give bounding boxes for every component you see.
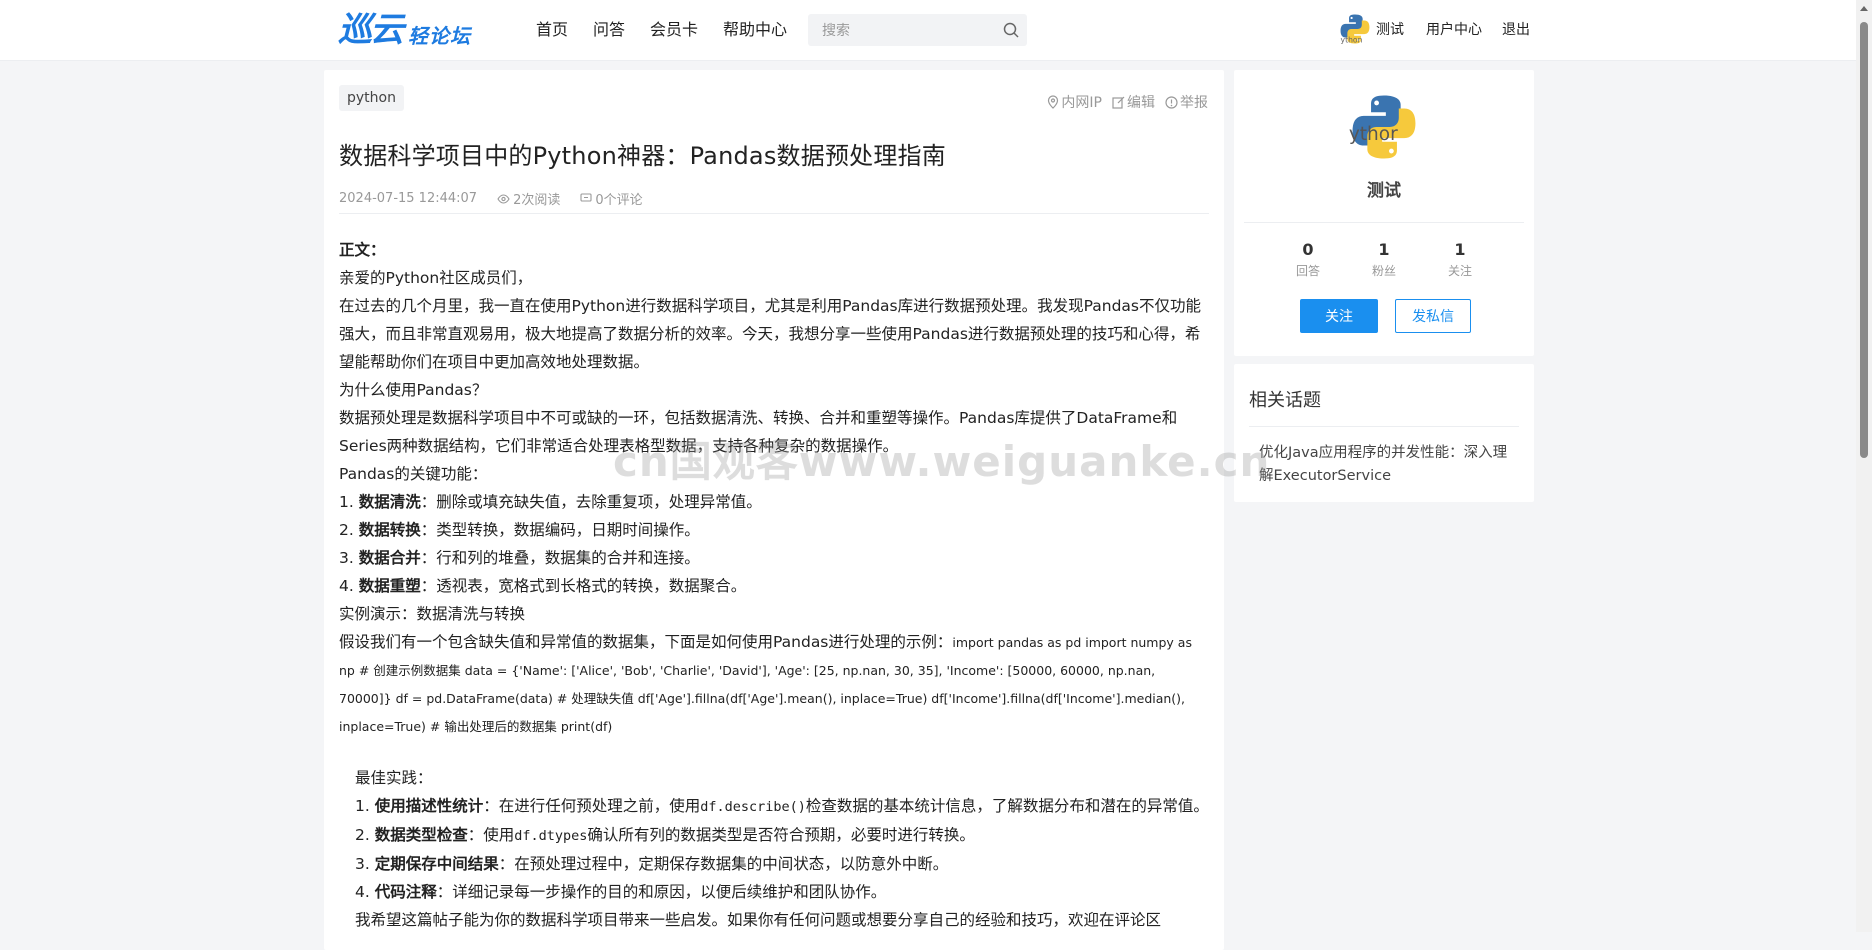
best-practices: 最佳实践： 1. 使用描述性统计：在进行任何预处理之前，使用df.describ… — [339, 764, 1209, 934]
closing-text: 我希望这篇帖子能为你的数据科学项目带来一些启发。如果你有任何问题或想要分享自己的… — [355, 911, 1162, 929]
report-label: 举报 — [1180, 95, 1208, 111]
related-topic-link[interactable]: 优化Java应用程序的并发性能：深入理解ExecutorService — [1249, 442, 1519, 488]
location-pin-icon — [1048, 95, 1059, 109]
search-input[interactable] — [820, 14, 994, 48]
scrollbar-thumb[interactable] — [1860, 22, 1868, 458]
svg-text:ython: ython — [1341, 36, 1363, 45]
article-card: python 内网IP 编辑 举报 数据科学项目中的Python神器：Panda… — [324, 70, 1224, 950]
stat-following[interactable]: 1 关注 — [1430, 240, 1490, 282]
profile-divider — [1244, 222, 1524, 223]
header-username[interactable]: 测试 — [1376, 19, 1404, 39]
comment-count[interactable]: 0个评论 — [580, 189, 643, 208]
feature-item: 1. 数据清洗：删除或填充缺失值，去除重复项，处理异常值。 — [339, 493, 762, 511]
body-intro: 在过去的几个月里，我一直在使用Python进行数据科学项目，尤其是利用Panda… — [339, 297, 1202, 371]
read-count-label: 2次阅读 — [513, 193, 561, 208]
main-nav: 首页 问答 会员卡 帮助中心 — [536, 18, 812, 42]
article-title: 数据科学项目中的Python神器：Pandas数据预处理指南 — [339, 142, 946, 170]
edit-label: 编辑 — [1127, 95, 1155, 111]
best-item: 2. 数据类型检查：使用df.dtypes确认所有列的数据类型是否符合预期，必要… — [355, 826, 975, 844]
author-name[interactable]: 测试 — [1234, 176, 1534, 201]
read-count: 2次阅读 — [497, 189, 560, 208]
demo-paragraph: 假设我们有一个包含缺失值和异常值的数据集，下面是如何使用Pandas进行处理的示… — [339, 628, 1209, 740]
nav-qa[interactable]: 问答 — [593, 18, 625, 42]
why-title: 为什么使用Pandas？ — [339, 381, 488, 399]
best-item: 4. 代码注释：详细记录每一步操作的目的和原因，以便后续维护和团队协作。 — [355, 883, 887, 901]
post-date: 2024-07-15 12:44:07 — [339, 191, 478, 206]
feature-item: 2. 数据转换：类型转换，数据编码，日期时间操作。 — [339, 521, 700, 539]
feature-item: 4. 数据重塑：透视表，宽格式到长格式的转换，数据聚合。 — [339, 577, 747, 595]
ip-label: 内网IP — [1061, 95, 1102, 111]
article-body: 正文： 亲爱的Python社区成员们， 在过去的几个月里，我一直在使用Pytho… — [339, 236, 1209, 934]
demo-title: 实例演示：数据清洗与转换 — [339, 605, 526, 623]
author-stats: 0 回答 1 粉丝 1 关注 — [1234, 240, 1534, 282]
search-box — [808, 14, 1027, 48]
send-message-button[interactable]: 发私信 — [1395, 299, 1471, 333]
meta-divider — [339, 213, 1209, 214]
stat-followers[interactable]: 1 粉丝 — [1354, 240, 1414, 282]
user-box: ython 测试 用户中心 退出 — [1338, 12, 1550, 46]
topic-tag[interactable]: python — [339, 85, 404, 111]
nav-home[interactable]: 首页 — [536, 18, 568, 42]
article-meta: 2024-07-15 12:44:07 2次阅读 0个评论 — [339, 189, 663, 208]
body-greeting: 亲爱的Python社区成员们， — [339, 269, 533, 287]
edit-action[interactable]: 编辑 — [1112, 92, 1155, 112]
edit-icon — [1112, 96, 1125, 109]
logout-link[interactable]: 退出 — [1502, 19, 1530, 39]
ip-info: 内网IP — [1047, 92, 1102, 112]
best-title: 最佳实践： — [355, 769, 433, 787]
comment-count-label: 0个评论 — [595, 193, 643, 208]
top-navbar: 巡云 轻论坛 首页 问答 会员卡 帮助中心 ython 测试 用户中心 退出 — [0, 0, 1872, 61]
demo-intro: 假设我们有一个包含缺失值和异常值的数据集，下面是如何使用Pandas进行处理的示… — [339, 633, 953, 651]
nav-help-center[interactable]: 帮助中心 — [723, 18, 787, 42]
search-icon[interactable] — [1003, 22, 1019, 38]
author-profile-card: ythor 测试 0 回答 1 粉丝 1 关注 关注 发私信 — [1234, 70, 1534, 356]
scroll-up-arrow-icon[interactable] — [1860, 6, 1868, 11]
logo-sub-text: 轻论坛 — [408, 23, 471, 48]
body-heading: 正文： — [339, 241, 386, 259]
report-action[interactable]: 举报 — [1165, 92, 1208, 112]
page-scrollbar[interactable] — [1856, 0, 1872, 932]
user-center-link[interactable]: 用户中心 — [1426, 19, 1482, 39]
best-item: 1. 使用描述性统计：在进行任何预处理之前，使用df.describe()检查数… — [355, 797, 1209, 815]
site-logo[interactable]: 巡云 轻论坛 — [338, 12, 471, 48]
feature-item: 3. 数据合并：行和列的堆叠，数据集的合并和连接。 — [339, 549, 700, 567]
related-topics-title: 相关话题 — [1249, 390, 1321, 411]
article-actions: 内网IP 编辑 举报 — [1037, 92, 1208, 112]
user-avatar-python-logo[interactable]: ython — [1338, 12, 1372, 46]
eye-icon — [497, 193, 510, 204]
svg-text:ythor: ythor — [1349, 124, 1398, 145]
watermark: cn国观客www.weiguanke.cn — [613, 437, 1271, 486]
best-item: 3. 定期保存中间结果：在预处理过程中，定期保存数据集的中间状态，以防意外中断。 — [355, 855, 949, 873]
nav-membership[interactable]: 会员卡 — [650, 18, 698, 42]
related-topics-card: 相关话题 优化Java应用程序的并发性能：深入理解ExecutorService — [1234, 364, 1534, 502]
follow-button[interactable]: 关注 — [1300, 299, 1378, 333]
related-divider — [1249, 426, 1519, 427]
warning-circle-icon — [1165, 95, 1178, 109]
stat-answers[interactable]: 0 回答 — [1278, 240, 1338, 282]
author-avatar-python-logo[interactable]: ythor — [1347, 90, 1421, 164]
logo-main-text: 巡云 — [338, 10, 404, 50]
comment-icon — [580, 193, 592, 202]
